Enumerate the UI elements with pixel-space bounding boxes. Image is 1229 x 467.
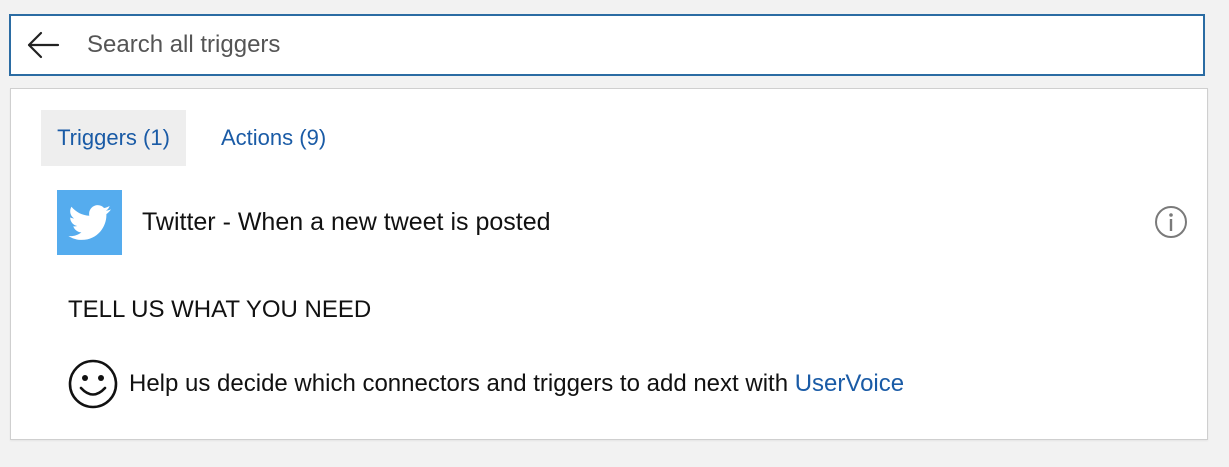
trigger-item-twitter-new-tweet[interactable]: Twitter - When a new tweet is posted [57,190,1187,255]
smiley-icon [68,359,118,409]
results-panel: Triggers (1) Actions (9) Twitter - When … [10,88,1208,440]
back-button[interactable] [23,25,63,65]
feedback-message: Help us decide which connectors and trig… [129,370,795,397]
feedback-row: Help us decide which connectors and trig… [67,357,904,411]
tab-actions[interactable]: Actions (9) [221,110,326,166]
search-bar [9,14,1205,76]
info-icon [1155,206,1187,238]
twitter-tile [57,190,122,255]
tab-triggers[interactable]: Triggers (1) [41,110,186,166]
feedback-heading: TELL US WHAT YOU NEED [68,296,372,323]
arrow-left-icon [27,31,60,59]
uservoice-link[interactable]: UserVoice [795,370,904,397]
info-button[interactable] [1153,204,1189,240]
search-input[interactable] [87,26,1187,64]
feedback-text: Help us decide which connectors and trig… [129,370,904,398]
trigger-label: Twitter - When a new tweet is posted [142,208,551,236]
twitter-icon [67,204,111,240]
